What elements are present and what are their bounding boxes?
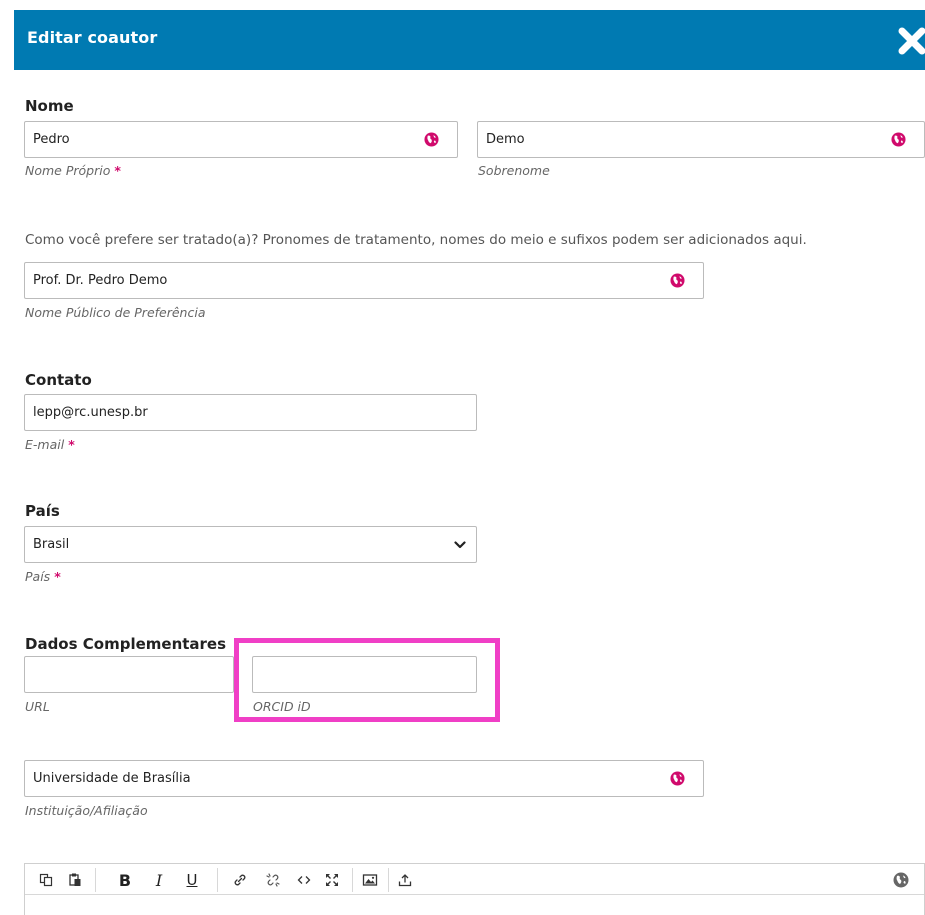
family-name-label: Sobrenome bbox=[478, 163, 550, 178]
bold-icon[interactable]: B bbox=[115, 870, 135, 890]
required-mark: * bbox=[114, 163, 121, 178]
contact-section-title: Contato bbox=[25, 371, 92, 389]
preferred-name-label: Nome Público de Preferência bbox=[25, 305, 206, 320]
family-name-input[interactable] bbox=[478, 122, 924, 157]
given-name-label: Nome Próprio * bbox=[25, 163, 121, 178]
name-section-title: Nome bbox=[25, 97, 74, 115]
url-input[interactable] bbox=[25, 657, 233, 692]
country-select-value[interactable]: Brasil bbox=[33, 537, 69, 552]
dialog-header: Editar coautor bbox=[14, 10, 925, 70]
url-label: URL bbox=[25, 699, 50, 714]
required-mark: * bbox=[54, 569, 61, 584]
globe-icon[interactable] bbox=[424, 132, 439, 147]
globe-icon[interactable] bbox=[670, 273, 685, 288]
orcid-label: ORCID iD bbox=[253, 699, 311, 714]
affiliation-label: Instituição/Afiliação bbox=[25, 803, 148, 818]
dialog-title: Editar coautor bbox=[27, 28, 158, 47]
extra-section-title: Dados Complementares bbox=[25, 635, 227, 653]
chevron-down-icon bbox=[454, 541, 466, 549]
globe-icon[interactable] bbox=[670, 771, 685, 786]
upload-icon[interactable] bbox=[395, 870, 415, 890]
url-field[interactable] bbox=[24, 656, 234, 693]
country-label: País * bbox=[25, 569, 61, 584]
email-input[interactable] bbox=[25, 395, 476, 430]
preferred-name-field[interactable] bbox=[24, 262, 704, 299]
given-name-input[interactable] bbox=[25, 122, 457, 157]
editor-toolbar: B I U bbox=[24, 863, 925, 915]
preferred-name-help: Como você prefere ser tratado(a)? Pronom… bbox=[25, 232, 807, 248]
email-field[interactable] bbox=[24, 394, 477, 431]
globe-icon[interactable] bbox=[891, 870, 911, 890]
paste-icon[interactable] bbox=[65, 870, 85, 890]
country-section-title: País bbox=[25, 502, 60, 520]
required-mark: * bbox=[68, 437, 75, 452]
affiliation-field[interactable] bbox=[24, 760, 704, 797]
email-label: E-mail * bbox=[25, 437, 75, 452]
close-icon[interactable] bbox=[897, 26, 925, 56]
unlink-icon[interactable] bbox=[263, 870, 283, 890]
link-icon[interactable] bbox=[230, 870, 250, 890]
orcid-input[interactable] bbox=[253, 657, 476, 692]
italic-icon[interactable]: I bbox=[149, 870, 169, 890]
orcid-field[interactable] bbox=[252, 656, 477, 693]
fullscreen-icon[interactable] bbox=[322, 870, 342, 890]
family-name-field[interactable] bbox=[477, 121, 925, 158]
country-select-field[interactable]: Brasil bbox=[24, 526, 477, 563]
underline-icon[interactable]: U bbox=[182, 870, 202, 890]
code-icon[interactable] bbox=[294, 870, 314, 890]
preferred-name-input[interactable] bbox=[25, 263, 703, 298]
image-icon[interactable] bbox=[360, 870, 380, 890]
affiliation-input[interactable] bbox=[25, 761, 703, 796]
given-name-field[interactable] bbox=[24, 121, 458, 158]
globe-icon[interactable] bbox=[891, 132, 906, 147]
copy-icon[interactable] bbox=[36, 870, 56, 890]
